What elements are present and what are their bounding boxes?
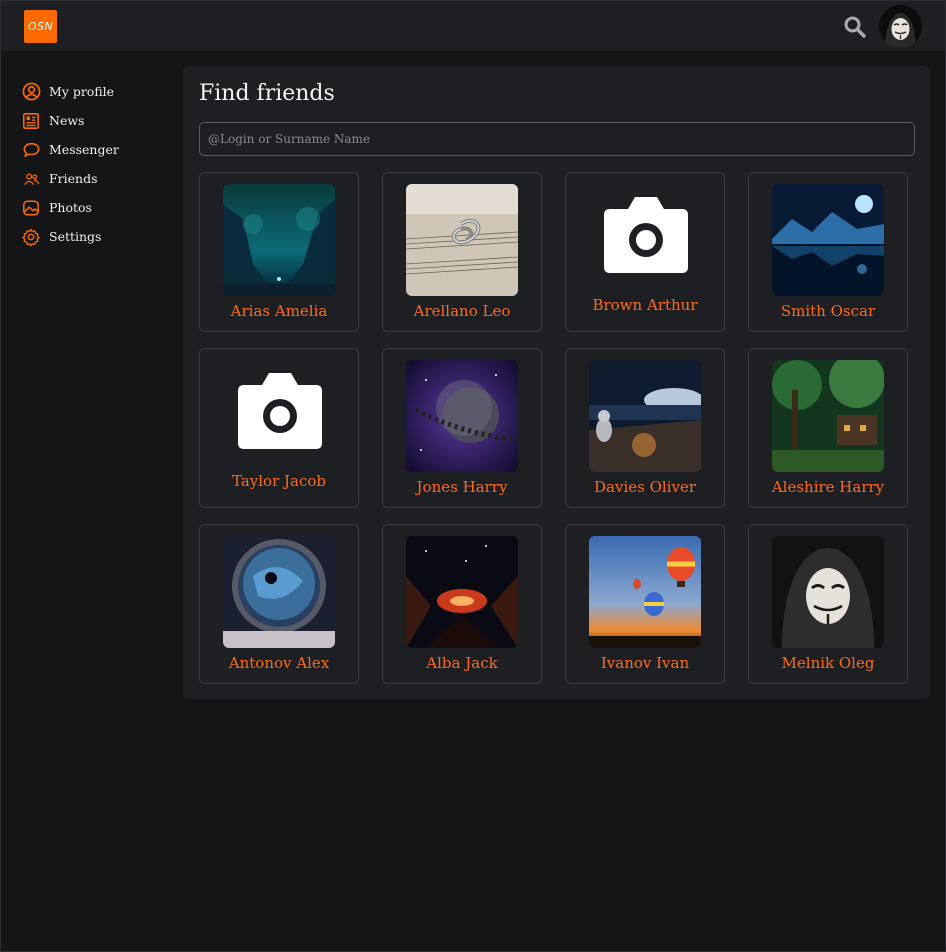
osn-logo[interactable]: OSN [24,10,57,43]
newspaper-icon [21,111,41,131]
friend-photo [589,360,701,472]
friend-name[interactable]: Arellano Leo [383,302,541,320]
sidebar-item-label: Friends [49,171,98,186]
friend-name[interactable]: Ivanov Ivan [566,654,724,672]
friend-name[interactable]: Brown Arthur [566,296,724,314]
sidebar-item-label: News [49,113,85,128]
sidebar-item-label: My profile [49,84,115,99]
friend-card[interactable]: Arellano Leo [382,172,542,332]
friend-photo [772,360,884,472]
sidebar-nav: My profile News Messenger Friends Photos… [21,77,171,251]
sidebar-item-label: Messenger [49,142,119,157]
friend-name[interactable]: Alba Jack [383,654,541,672]
friend-name[interactable]: Antonov Alex [200,654,358,672]
friend-name[interactable]: Melnik Oleg [749,654,907,672]
friend-photo [406,536,518,648]
friend-name[interactable]: Smith Oscar [749,302,907,320]
sidebar-item-label: Settings [49,229,102,244]
sidebar-item-label: Photos [49,200,92,215]
top-header: OSN [1,1,945,52]
friend-name[interactable]: Taylor Jacob [200,472,358,490]
friend-photo [406,184,518,296]
friend-card[interactable]: Aleshire Harry [748,348,908,508]
page-title: Find friends [199,81,335,106]
camera-icon [236,371,324,451]
friend-name[interactable]: Arias Amelia [200,302,358,320]
camera-icon [602,195,690,275]
sidebar-item-my-profile[interactable]: My profile [21,77,171,106]
friend-card[interactable]: Jones Harry [382,348,542,508]
friend-photo [589,536,701,648]
friend-card[interactable]: Smith Oscar [748,172,908,332]
friend-card[interactable]: Alba Jack [382,524,542,684]
sidebar-item-messenger[interactable]: Messenger [21,135,171,164]
friend-name[interactable]: Jones Harry [383,478,541,496]
friend-card[interactable]: Melnik Oleg [748,524,908,684]
friend-name[interactable]: Davies Oliver [566,478,724,496]
sidebar-item-news[interactable]: News [21,106,171,135]
sidebar-item-settings[interactable]: Settings [21,222,171,251]
image-icon [21,198,41,218]
friend-card[interactable]: Brown Arthur [565,172,725,332]
sidebar-item-friends[interactable]: Friends [21,164,171,193]
sidebar-item-photos[interactable]: Photos [21,193,171,222]
chat-bubble-icon [21,140,41,160]
users-icon [21,169,41,189]
friend-photo [406,360,518,472]
friend-card[interactable]: Taylor Jacob [199,348,359,508]
friend-photo [223,184,335,296]
find-friends-panel: Find friends Arias Amelia [183,66,930,699]
search-input[interactable] [199,122,915,156]
friend-name[interactable]: Aleshire Harry [749,478,907,496]
friend-photo [223,536,335,648]
user-circle-icon [21,82,41,102]
friend-photo [772,184,884,296]
search-icon[interactable] [843,15,867,39]
friend-card[interactable]: Davies Oliver [565,348,725,508]
friend-photo [772,536,884,648]
friend-card[interactable]: Ivanov Ivan [565,524,725,684]
gear-icon [21,227,41,247]
friend-card[interactable]: Antonov Alex [199,524,359,684]
user-avatar[interactable] [879,5,922,48]
friend-card[interactable]: Arias Amelia [199,172,359,332]
